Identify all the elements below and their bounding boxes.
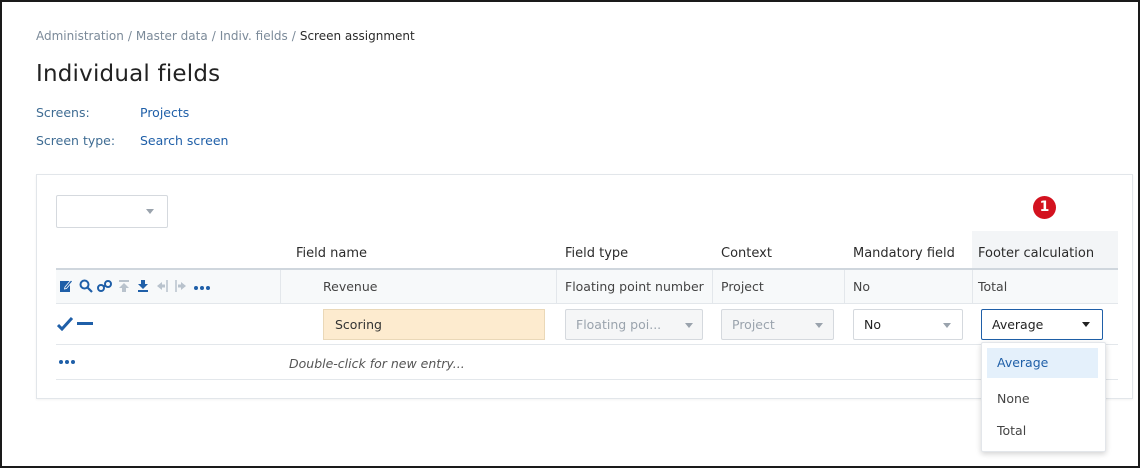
column-divider [556,270,557,303]
footer-calculation-select-value: Average [992,317,1044,332]
field-type-select: Floating poi... [565,309,703,340]
meta-screens-label: Screens: [36,105,90,120]
breadcrumb-item-indiv-fields[interactable]: Indiv. fields [220,29,288,43]
field-name-input[interactable]: Scoring [323,309,545,340]
view-select[interactable] [56,195,168,228]
breadcrumb-separator: / [127,29,132,43]
breadcrumb: Administration / Master data / Indiv. fields… [36,29,415,43]
row-mandatory: No [853,279,870,294]
row-divider [56,303,1118,304]
meta-screens: Screens: Projects [36,105,189,120]
annotation-badge: 1 [1033,196,1056,219]
dropdown-option-total[interactable]: Total [987,416,1098,446]
footer-calculation-select[interactable]: Average [981,309,1103,340]
column-divider [972,270,973,303]
indent-left-icon [157,280,168,292]
dropdown-option-none[interactable]: None [987,384,1098,414]
move-up-icon [119,280,129,292]
column-header-footer-calculation[interactable]: Footer calculation [978,239,1094,269]
move-down-icon[interactable] [136,279,150,293]
chevron-down-icon [943,323,951,328]
column-header-field-name[interactable]: Field name [296,239,367,269]
column-divider [844,270,845,303]
row-field-type: Floating point number [565,279,704,294]
breadcrumb-item-administration[interactable]: Administration [36,29,124,43]
search-icon[interactable] [79,279,93,293]
chevron-down-icon [815,323,823,328]
row-field-name: Revenue [323,279,378,294]
row-divider [56,344,1118,345]
row-footer: Total [978,279,1008,294]
confirm-check-icon[interactable] [57,317,73,331]
chevron-down-icon [1082,322,1090,327]
mandatory-select-value: No [864,317,881,332]
more-icon[interactable] [58,359,76,365]
context-select: Project [721,309,834,340]
page-title: Individual fields [36,61,221,87]
link-icon[interactable] [97,279,112,293]
cancel-dash-icon[interactable] [77,322,93,326]
context-select-value: Project [732,317,775,332]
row-divider [56,379,1118,380]
footer-calculation-dropdown-menu: Average None Total [981,342,1106,452]
meta-screen-type-value[interactable]: Search screen [140,133,228,148]
chevron-down-icon [146,209,154,214]
new-row-more[interactable] [56,351,96,371]
chevron-down-icon [685,323,693,328]
column-divider [712,270,713,303]
column-header-field-type[interactable]: Field type [565,239,628,269]
row-context: Project [721,279,764,294]
meta-screen-type-label: Screen type: [36,133,116,148]
breadcrumb-current: Screen assignment [299,29,415,43]
more-icon[interactable] [193,285,211,291]
indent-right-icon [175,280,186,292]
column-divider [280,270,281,303]
mandatory-select[interactable]: No [853,309,963,340]
breadcrumb-separator: / [211,29,216,43]
column-header-mandatory-field[interactable]: Mandatory field [853,239,955,269]
column-header-context[interactable]: Context [721,239,772,269]
dropdown-option-average[interactable]: Average [987,348,1098,378]
fields-panel: 1 Field name Field type Context Mandator… [36,174,1133,452]
new-entry-hint[interactable]: Double-click for new entry... [289,356,465,371]
meta-screen-type: Screen type: Search screen [36,133,228,148]
app-window: Administration / Master data / Indiv. fields… [0,0,1140,468]
field-type-select-value: Floating poi... [576,317,662,332]
meta-screens-value[interactable]: Projects [140,105,189,120]
edit-icon[interactable] [59,279,73,293]
breadcrumb-separator: / [291,29,296,43]
breadcrumb-item-master-data[interactable]: Master data [136,29,208,43]
